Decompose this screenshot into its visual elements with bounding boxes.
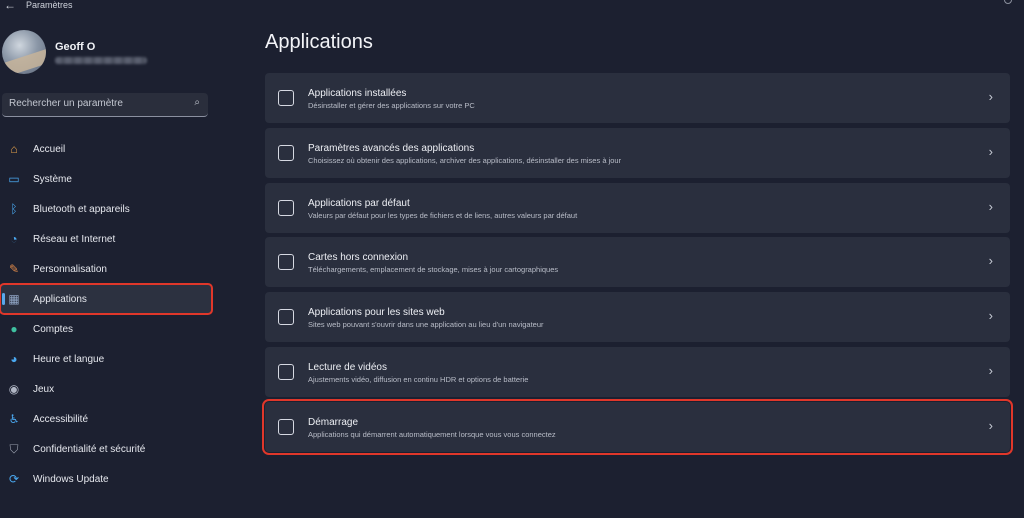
chevron-right-icon: ›	[988, 417, 993, 433]
back-arrow-icon[interactable]: ←	[4, 0, 16, 12]
sidebar-item-person[interactable]: ● Comptes	[0, 314, 212, 344]
apps-icon: ▦	[8, 292, 20, 306]
settings-card-list: Applications installées Désinstaller et g…	[262, 73, 1013, 457]
card-description: Téléchargements, emplacement de stockage…	[308, 265, 559, 275]
home-icon: ⌂	[10, 142, 18, 156]
sidebar-item-label: Réseau et Internet	[33, 233, 116, 245]
user-email-blurred	[55, 57, 147, 64]
chevron-right-icon: ›	[988, 198, 993, 214]
sidebar-item-label: Système	[33, 173, 72, 185]
settings-card-web-app[interactable]: Applications pour les sites web Sites web…	[265, 292, 1010, 343]
map-icon	[278, 254, 294, 271]
person-icon: ●	[10, 322, 18, 336]
sidebar-item-monitor[interactable]: ▭ Système	[0, 164, 212, 194]
sidebar-item-wifi[interactable]: ◔ Réseau et Internet	[0, 224, 212, 254]
sidebar-item-bluetooth[interactable]: ᛒ Bluetooth et appareils	[0, 194, 212, 224]
sidebar-item-label: Bluetooth et appareils	[33, 203, 130, 215]
card-description: Choisissez où obtenir des applications, …	[308, 155, 622, 165]
sidebar-item-label: Heure et langue	[33, 353, 105, 365]
card-description: Applications qui démarrent automatiqueme…	[308, 429, 556, 439]
sidebar-item-label: Personnalisation	[33, 263, 107, 275]
chevron-right-icon: ›	[988, 308, 993, 324]
user-name: Geoff O	[55, 41, 96, 53]
card-title: Applications pour les sites web	[308, 307, 445, 319]
sidebar-item-accessibility[interactable]: ♿ Accessibilité	[0, 404, 212, 434]
sidebar-item-label: Applications	[33, 293, 87, 305]
chevron-right-icon: ›	[988, 143, 993, 159]
sidebar-item-label: Comptes	[33, 323, 74, 335]
card-description: Sites web pouvant s'ouvrir dans une appl…	[308, 320, 544, 330]
gamepad-icon: ◉	[8, 382, 20, 396]
card-title: Démarrage	[308, 416, 359, 428]
globe-clock-icon: ◕	[10, 352, 18, 366]
wifi-icon: ◔	[10, 232, 18, 246]
list-icon	[278, 90, 294, 106]
sidebar-item-home[interactable]: ⌂ Accueil	[0, 134, 212, 164]
card-description: Ajustements vidéo, diffusion en continu …	[308, 374, 529, 384]
card-title: Applications installées	[308, 88, 407, 99]
sidebar-item-update[interactable]: ⟳ Windows Update	[0, 464, 212, 494]
video-icon	[278, 363, 294, 380]
sidebar-item-label: Accueil	[33, 143, 66, 155]
chevron-right-icon: ›	[988, 89, 993, 104]
settings-card-list[interactable]: Applications installées Désinstaller et g…	[265, 73, 1010, 123]
monitor-icon: ▭	[8, 172, 20, 186]
settings-card-video[interactable]: Lecture de vidéos Ajustements vidéo, diff…	[265, 346, 1010, 397]
card-title: Applications par défaut	[308, 197, 410, 209]
chevron-right-icon: ›	[988, 253, 993, 269]
search-icon[interactable]: ⌕	[194, 97, 200, 108]
card-description: Désinstaller et gérer des applications s…	[308, 101, 475, 110]
settings-card-startup[interactable]: Démarrage Applications qui démarrent auto…	[262, 398, 1013, 455]
sidebar-item-label: Jeux	[33, 383, 55, 395]
page-title: Applications	[265, 31, 373, 53]
window-control-icon[interactable]	[1004, 0, 1012, 4]
update-icon: ⟳	[8, 472, 20, 486]
startup-icon	[278, 418, 294, 435]
card-description: Valeurs par défaut pour les types de fic…	[308, 210, 578, 220]
shield-icon: ⛉	[9, 441, 19, 456]
window-title: Paramètres	[26, 0, 73, 10]
search-input[interactable]: Rechercher un paramètre	[9, 98, 123, 109]
settings-card-default-apps[interactable]: Applications par défaut Valeurs par défau…	[265, 182, 1010, 233]
card-title: Cartes hors connexion	[308, 252, 409, 264]
sidebar-item-gamepad[interactable]: ◉ Jeux	[0, 374, 212, 404]
sidebar-item-label: Accessibilité	[33, 413, 89, 425]
brush-icon: ✎	[8, 262, 20, 276]
search-box[interactable]: Rechercher un paramètre ⌕	[2, 93, 208, 117]
default-apps-icon	[278, 199, 294, 216]
title-bar: ← Paramètres	[0, 0, 1024, 14]
chevron-right-icon: ›	[988, 362, 993, 378]
sidebar-item-brush[interactable]: ✎ Personnalisation	[0, 254, 212, 284]
sidebar: Geoff O Rechercher un paramètre ⌕ ⌂ Accue…	[0, 14, 232, 518]
sidebar-item-shield[interactable]: ⛉ Confidentialité et sécurité	[0, 434, 212, 464]
settings-card-advanced-apps[interactable]: Paramètres avancés des applications Chois…	[265, 127, 1010, 178]
sidebar-item-apps[interactable]: ▦ Applications	[0, 283, 213, 315]
advanced-apps-icon	[278, 144, 294, 161]
accessibility-icon: ♿	[8, 412, 20, 426]
web-app-icon	[278, 309, 294, 326]
card-title: Lecture de vidéos	[308, 361, 387, 373]
sidebar-item-globe-clock[interactable]: ◕ Heure et langue	[0, 344, 212, 374]
bluetooth-icon: ᛒ	[10, 202, 18, 216]
avatar[interactable]	[2, 30, 46, 74]
card-title: Paramètres avancés des applications	[308, 142, 475, 154]
sidebar-item-label: Confidentialité et sécurité	[33, 443, 146, 455]
sidebar-nav: ⌂ Accueil ▭ Système ᛒ Bluetooth et appareils ◔…	[0, 134, 232, 494]
sidebar-item-label: Windows Update	[33, 473, 109, 485]
settings-card-map[interactable]: Cartes hors connexion Téléchargements, em…	[265, 237, 1010, 288]
